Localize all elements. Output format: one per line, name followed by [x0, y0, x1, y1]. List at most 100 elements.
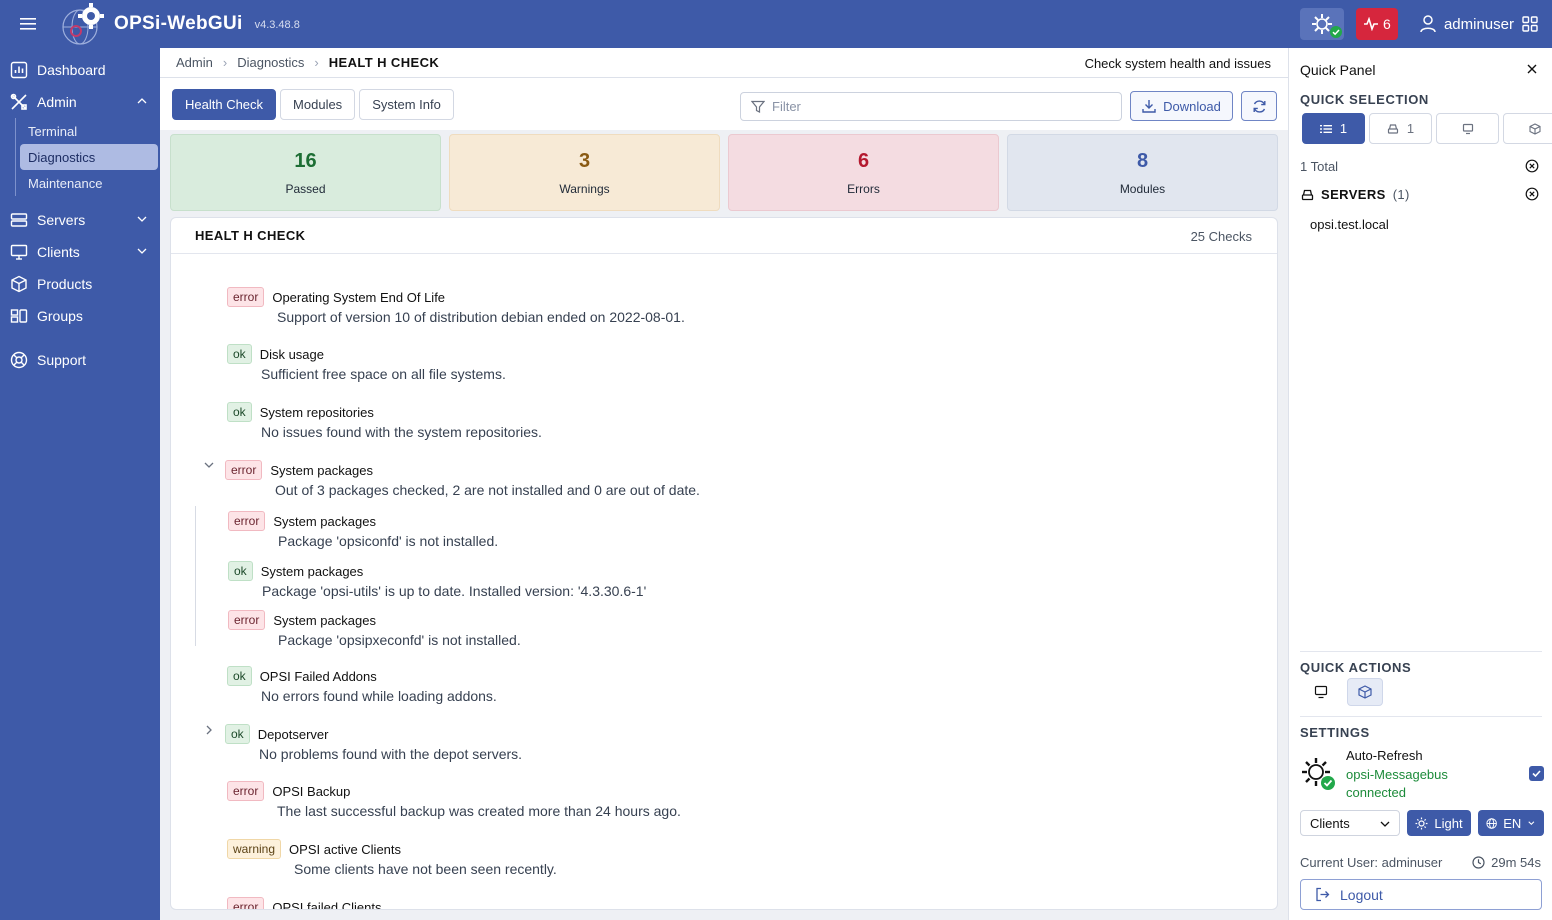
- stat-passed[interactable]: 16 Passed: [170, 134, 441, 211]
- top-bar: OPSi-WebGUi v4.3.48.8 6 adminuser: [0, 0, 1552, 48]
- sidebar-item-dashboard[interactable]: Dashboard: [0, 54, 160, 86]
- breadcrumb-admin[interactable]: Admin: [176, 55, 213, 70]
- session-time: 29m 54s: [1491, 855, 1541, 870]
- close-circle-icon: [1525, 187, 1539, 201]
- check-message: The last successful backup was created m…: [277, 803, 681, 819]
- selection-count: 1: [1406, 121, 1415, 136]
- check-message: Package 'opsiconfd' is not installed.: [278, 533, 499, 549]
- user-menu[interactable]: adminuser: [1420, 15, 1538, 33]
- app-name: OPSi-WebGUi: [114, 13, 243, 34]
- card-title: HEALT H CHECK: [195, 228, 306, 243]
- page-description: Check system health and issues: [1084, 56, 1271, 71]
- check-subitem[interactable]: ok System packages Package 'opsi-utils' i…: [228, 561, 646, 599]
- sidebar-item-support[interactable]: Support: [0, 344, 160, 376]
- stat-value: 3: [578, 149, 591, 172]
- selection-clients-button[interactable]: [1436, 113, 1499, 144]
- clear-selection-button[interactable]: [1525, 159, 1539, 176]
- refresh-button[interactable]: [1241, 91, 1277, 121]
- app-logo[interactable]: OPSi-WebGUi v4.3.48.8: [60, 2, 300, 46]
- tab-modules[interactable]: Modules: [280, 88, 356, 120]
- check-item[interactable]: ok Disk usage Sufficient free space on al…: [227, 344, 506, 382]
- selection-servers-button[interactable]: 1: [1369, 113, 1432, 144]
- selection-list-button[interactable]: 1: [1302, 113, 1365, 144]
- stat-value: 16: [294, 149, 317, 172]
- health-check-card: HEALT H CHECK 25 Checks error Operating S…: [170, 217, 1278, 910]
- auto-refresh-checkbox[interactable]: [1529, 766, 1544, 781]
- health-alert-button[interactable]: 6: [1355, 8, 1398, 40]
- filter-field[interactable]: [740, 92, 1122, 121]
- breadcrumb-separator: ›: [222, 55, 228, 70]
- check-item[interactable]: error Operating System End Of Life Suppor…: [227, 287, 685, 325]
- sidebar-subitem-diagnostics[interactable]: Diagnostics: [20, 144, 158, 170]
- check-item[interactable]: ok OPSI Failed Addons No errors found whi…: [227, 666, 497, 704]
- divider: [1300, 651, 1542, 652]
- box-icon: [1358, 685, 1372, 699]
- stat-errors[interactable]: 6 Errors: [728, 134, 999, 211]
- sidebar-item-servers[interactable]: Servers: [0, 204, 160, 236]
- username: adminuser: [1443, 15, 1514, 33]
- clear-servers-button[interactable]: [1525, 187, 1539, 204]
- tab-health-check[interactable]: Health Check: [172, 88, 277, 120]
- sidebar-item-products[interactable]: Products: [0, 268, 160, 300]
- expand-toggle[interactable]: [203, 724, 215, 739]
- status-badge: error: [227, 287, 265, 307]
- servers-label: SERVERS: [1321, 187, 1386, 202]
- check-item[interactable]: ok Depotserver No problems found with the…: [225, 724, 522, 762]
- breadcrumb-current: HEALT H CHECK: [328, 55, 440, 70]
- chevron-down-icon: [1528, 821, 1535, 826]
- check-item[interactable]: ok System repositories No issues found wi…: [227, 402, 542, 440]
- apps-grid-icon: [1522, 16, 1538, 32]
- download-button[interactable]: Download: [1130, 91, 1233, 121]
- server-icon: [1387, 123, 1398, 134]
- check-title: System repositories: [259, 404, 374, 420]
- check-item[interactable]: error OPSI Backup The last successful bac…: [227, 781, 681, 819]
- check-subitem[interactable]: error System packages Package 'opsiconfd'…: [228, 511, 498, 549]
- menu-toggle-button[interactable]: [0, 0, 56, 48]
- check-message: Support of version 10 of distribution de…: [277, 309, 685, 325]
- messagebus-status-button[interactable]: [1299, 8, 1344, 40]
- check-message: Sufficient free space on all file system…: [261, 366, 506, 382]
- status-badge: error: [227, 897, 265, 909]
- product-action-button[interactable]: [1347, 678, 1383, 706]
- auto-refresh-setting: Auto-Refresh opsi-Messagebus connected: [1300, 748, 1544, 800]
- quick-selection-title: QUICK SELECTION: [1300, 92, 1429, 107]
- theme-toggle-button[interactable]: Light: [1407, 810, 1471, 836]
- tabs-toolbar: Health Check Modules System Info Downloa…: [160, 78, 1288, 130]
- selection-products-button[interactable]: [1503, 113, 1552, 144]
- tab-system-info[interactable]: System Info: [359, 88, 454, 120]
- breadcrumb-diagnostics[interactable]: Diagnostics: [237, 55, 304, 70]
- close-panel-button[interactable]: [1526, 62, 1538, 78]
- selection-total: 1 Total: [1300, 159, 1339, 174]
- language-select-button[interactable]: EN: [1478, 810, 1544, 836]
- stat-modules[interactable]: 8 Modules: [1007, 134, 1278, 211]
- check-title: OPSI failed Clients: [272, 899, 382, 910]
- quick-selection-tabs: 1 1: [1302, 113, 1552, 144]
- check-item[interactable]: error System packages Out of 3 packages c…: [225, 460, 700, 498]
- box-icon: [11, 275, 27, 293]
- logout-label: Logout: [1340, 886, 1383, 903]
- sidebar-item-clients[interactable]: Clients: [0, 236, 160, 268]
- client-action-button[interactable]: [1303, 678, 1339, 706]
- sidebar-item-label: Clients: [37, 244, 80, 260]
- check-item[interactable]: error OPSI failed Clients: [227, 897, 382, 910]
- filter-input[interactable]: [772, 99, 1092, 114]
- sidebar-subitem-terminal[interactable]: Terminal: [20, 118, 158, 144]
- check-item[interactable]: warning OPSI active Clients Some clients …: [227, 839, 557, 877]
- sidebar: Dashboard Admin Terminal Diagnostics Mai…: [0, 48, 160, 920]
- logout-button[interactable]: Logout: [1300, 879, 1542, 910]
- chevron-right-icon: [206, 725, 212, 735]
- status-badge: ok: [227, 666, 252, 686]
- check-subitem[interactable]: error System packages Package 'opsipxecon…: [228, 610, 521, 648]
- chevron-up-icon: [137, 98, 147, 104]
- sidebar-item-groups[interactable]: Groups: [0, 300, 160, 332]
- box-icon: [1528, 122, 1541, 135]
- sidebar-item-label: Groups: [37, 308, 83, 324]
- server-list-item[interactable]: opsi.test.local: [1310, 217, 1389, 232]
- stat-warnings[interactable]: 3 Warnings: [449, 134, 720, 211]
- breadcrumb: Admin › Diagnostics › HEALT H CHECK Chec…: [160, 48, 1288, 78]
- collapse-toggle[interactable]: [203, 459, 215, 474]
- view-select[interactable]: Clients: [1300, 810, 1400, 836]
- status-badge: error: [227, 781, 265, 801]
- sidebar-item-admin[interactable]: Admin: [0, 86, 160, 118]
- sidebar-subitem-maintenance[interactable]: Maintenance: [20, 170, 158, 196]
